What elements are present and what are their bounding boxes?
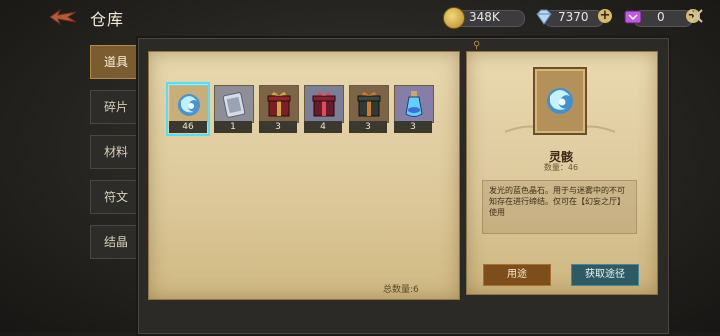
item-count: 1 <box>214 121 252 133</box>
item-count: 46 <box>169 121 207 133</box>
item-slot[interactable]: 3 <box>394 85 434 133</box>
add-diamond-button[interactable]: + <box>598 9 612 23</box>
page-title: 仓库 <box>90 10 125 29</box>
tab-materials[interactable]: 材料 <box>90 135 142 169</box>
item-slot[interactable]: 4 <box>304 85 344 133</box>
potion-bottle-icon <box>405 91 423 117</box>
gift-box-red-icon <box>267 92 291 117</box>
close-icon[interactable] <box>686 6 706 26</box>
blue-crystal-icon <box>178 94 200 116</box>
tab-crystals[interactable]: 结晶 <box>90 225 142 259</box>
gold-value: 348K <box>469 10 500 24</box>
item-slot[interactable]: 3 <box>259 85 299 133</box>
item-count: 3 <box>259 121 297 133</box>
ticket-value: 0 <box>657 10 665 24</box>
item-quantity: 数量：46 <box>543 163 579 172</box>
back-arrow-icon[interactable] <box>48 8 80 26</box>
obtain-source-button[interactable]: 获取途径 <box>571 264 639 286</box>
tab-props[interactable]: 道具 <box>90 45 142 79</box>
total-count: 总数量:6 <box>383 285 419 295</box>
diamond-icon <box>536 9 552 25</box>
gold-coin-icon <box>443 7 465 29</box>
use-button[interactable]: 用途 <box>483 264 551 286</box>
frame-pin-icon: ⚲ <box>473 40 481 51</box>
item-slot[interactable]: 46 <box>166 82 210 136</box>
category-tabs: 道具 碎片 材料 符文 结晶 <box>90 45 142 270</box>
item-count: 4 <box>304 121 342 133</box>
selected-item-frame <box>533 67 587 135</box>
item-count: 3 <box>394 121 432 133</box>
gift-box-teal-icon <box>357 92 381 117</box>
item-description: 发光的蓝色晶石。用于与迷雾中的不可知存在进行缔结。仅可在【幻妄之厅】使用 <box>489 186 625 217</box>
gift-box-crimson-icon <box>312 92 336 117</box>
purple-ticket-icon <box>624 10 642 24</box>
blue-crystal-icon <box>547 88 573 114</box>
top-bar: 仓库 348K 7370 + 0 + <box>0 0 720 34</box>
silver-scroll-icon <box>222 92 246 118</box>
item-count: 3 <box>349 121 387 133</box>
gold-counter: 348K <box>443 7 525 29</box>
diamond-counter: 7370 + <box>534 7 614 27</box>
item-slot[interactable]: 1 <box>214 85 254 133</box>
description-box: 发光的蓝色晶石。用于与迷雾中的不可知存在进行缔结。仅可在【幻妄之厅】使用 <box>482 180 637 234</box>
tab-fragments[interactable]: 碎片 <box>90 90 142 124</box>
tab-runes[interactable]: 符文 <box>90 180 142 214</box>
item-slot[interactable]: 3 <box>349 85 389 133</box>
diamond-value: 7370 <box>558 10 589 24</box>
